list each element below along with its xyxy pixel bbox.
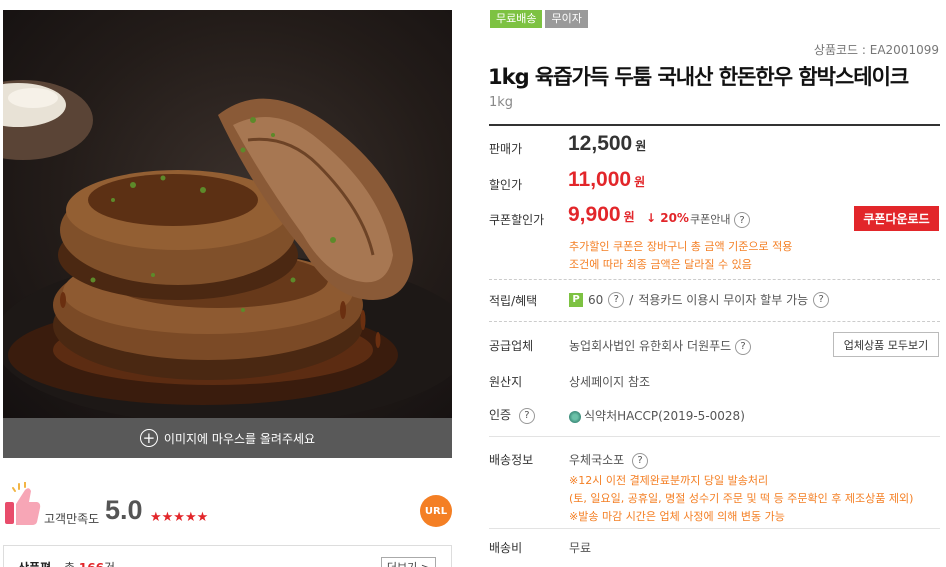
- coupon-price: 9,900 원: [568, 203, 635, 227]
- shipping-note-2: (토, 일요일, 공휴일, 명절 성수기 주문 및 떡 등 주문확인 후 제조상…: [569, 492, 914, 505]
- sale-price-label: 할인가: [489, 178, 523, 192]
- image-hover-hint: 이미지에 마우스를 올려주세요: [163, 431, 316, 446]
- divider: [489, 436, 940, 437]
- coupon-note-2: 조건에 따라 최종 금액은 달라질 수 있음: [569, 258, 752, 271]
- shipping-fee-label: 배송비: [489, 541, 523, 555]
- shipping-note-1: ※12시 이전 결제완료분까지 당일 발송처리: [569, 474, 769, 487]
- vendor-help-icon[interactable]: ?: [735, 338, 752, 355]
- point-value: 60: [588, 292, 604, 307]
- shipping-note-3: ※발송 마감 시간은 업체 사정에 의해 변동 가능: [569, 510, 785, 523]
- vendor-name-text: 농업회사법인 유한회사 더원푸드: [569, 339, 732, 353]
- card-help-icon[interactable]: ?: [813, 291, 830, 308]
- sale-price-unit: 원: [634, 175, 646, 189]
- review-count-suffix: 건: [104, 561, 115, 567]
- benefit-separator: /: [629, 292, 634, 307]
- cert-help-icon[interactable]: ?: [518, 407, 535, 424]
- coupon-price-unit: 원: [623, 210, 635, 224]
- divider: [489, 279, 940, 280]
- discount-rate: ↓ 20%: [646, 211, 689, 225]
- rating-stars: ★★★★★: [150, 510, 209, 525]
- shipping-method-text: 우체국소포: [569, 453, 625, 467]
- normal-price-value: 12,500: [568, 132, 633, 155]
- cert-label-text: 인증: [489, 408, 512, 422]
- coupon-price-value: 9,900: [568, 203, 621, 226]
- product-subtitle: 1kg: [489, 95, 514, 110]
- zoom-plus-icon: +: [139, 429, 158, 447]
- review-count: 총 166건: [64, 559, 115, 567]
- shipping-label: 배송정보: [489, 453, 534, 467]
- review-count-number: 166: [79, 561, 104, 567]
- review-more-button[interactable]: 더보기 >: [380, 557, 436, 567]
- origin-value: 상세페이지 참조: [569, 375, 651, 389]
- vendor-label: 공급업체: [489, 339, 534, 353]
- product-photo[interactable]: [3, 10, 452, 418]
- normal-price-label: 판매가: [489, 142, 523, 156]
- cert-label: 인증 ?: [489, 406, 535, 424]
- hamburg-steak-illustration: [3, 80, 452, 418]
- rating-label: 고객만족도: [44, 512, 100, 526]
- divider: [489, 528, 940, 529]
- divider: [489, 321, 940, 322]
- image-hover-hint-bar[interactable]: + 이미지에 마우스를 올려주세요: [3, 418, 452, 458]
- shipping-fee-value: 무료: [569, 541, 592, 555]
- badge-free-shipping: 무료배송: [490, 10, 543, 28]
- question-icon[interactable]: ?: [733, 212, 750, 228]
- benefit-label: 적립/혜택: [489, 294, 538, 308]
- point-icon: P: [569, 292, 583, 307]
- rating-score: 5.0: [105, 495, 143, 525]
- customer-rating: 고객만족도 5.0 ★★★★★ URL: [3, 482, 452, 532]
- product-image-area: + 이미지에 마우스를 올려주세요: [3, 10, 452, 460]
- coupon-guide-label: 쿠폰안내: [690, 213, 731, 226]
- coupon-note-1: 추가할인 쿠폰은 장바구니 총 금액 기준으로 적용: [569, 240, 793, 253]
- benefit-info: P 60 ? / 적용카드 이용시 무이자 할부 가능 ?: [569, 291, 830, 308]
- review-title: 상품평: [18, 559, 51, 567]
- cert-value-text: 식약처HACCP(2019-5-0028): [584, 409, 745, 423]
- thumbs-up-icon: [5, 482, 41, 525]
- review-summary: 상품평 총 166건 더보기 >: [3, 545, 452, 567]
- product-title: 1kg 육즙가득 두툼 국내산 한돈한우 함박스테이크: [488, 65, 909, 89]
- card-benefit-text: 적용카드 이용시 무이자 할부 가능: [638, 293, 809, 307]
- normal-price-unit: 원: [635, 139, 647, 153]
- url-share-button[interactable]: URL: [420, 495, 452, 527]
- sale-price-value: 11,000: [568, 168, 632, 191]
- coupon-download-button[interactable]: 쿠폰다운로드: [854, 206, 939, 231]
- shipping-help-icon[interactable]: ?: [632, 452, 649, 469]
- haccp-icon: [569, 410, 581, 423]
- title-divider: [489, 124, 940, 126]
- coupon-price-label: 쿠폰할인가: [489, 213, 545, 227]
- normal-price: 12,500 원: [568, 132, 646, 156]
- review-count-prefix: 총: [64, 561, 75, 567]
- vendor-name: 농업회사법인 유한회사 더원푸드 ?: [569, 337, 752, 355]
- sale-price: 11,000 원: [568, 168, 645, 192]
- coupon-guide[interactable]: 쿠폰안내 ?: [690, 211, 750, 228]
- origin-label: 원산지: [489, 375, 523, 389]
- product-badges: 무료배송 무이자: [490, 10, 588, 28]
- cert-value: 식약처HACCP(2019-5-0028): [569, 407, 745, 424]
- shipping-method: 우체국소포 ?: [569, 451, 649, 469]
- point-help-icon[interactable]: ?: [608, 291, 625, 308]
- vendor-products-button[interactable]: 업체상품 모두보기: [833, 332, 939, 357]
- badge-no-interest: 무이자: [545, 10, 588, 28]
- product-code: 상품코드 : EA2001099: [813, 43, 939, 57]
